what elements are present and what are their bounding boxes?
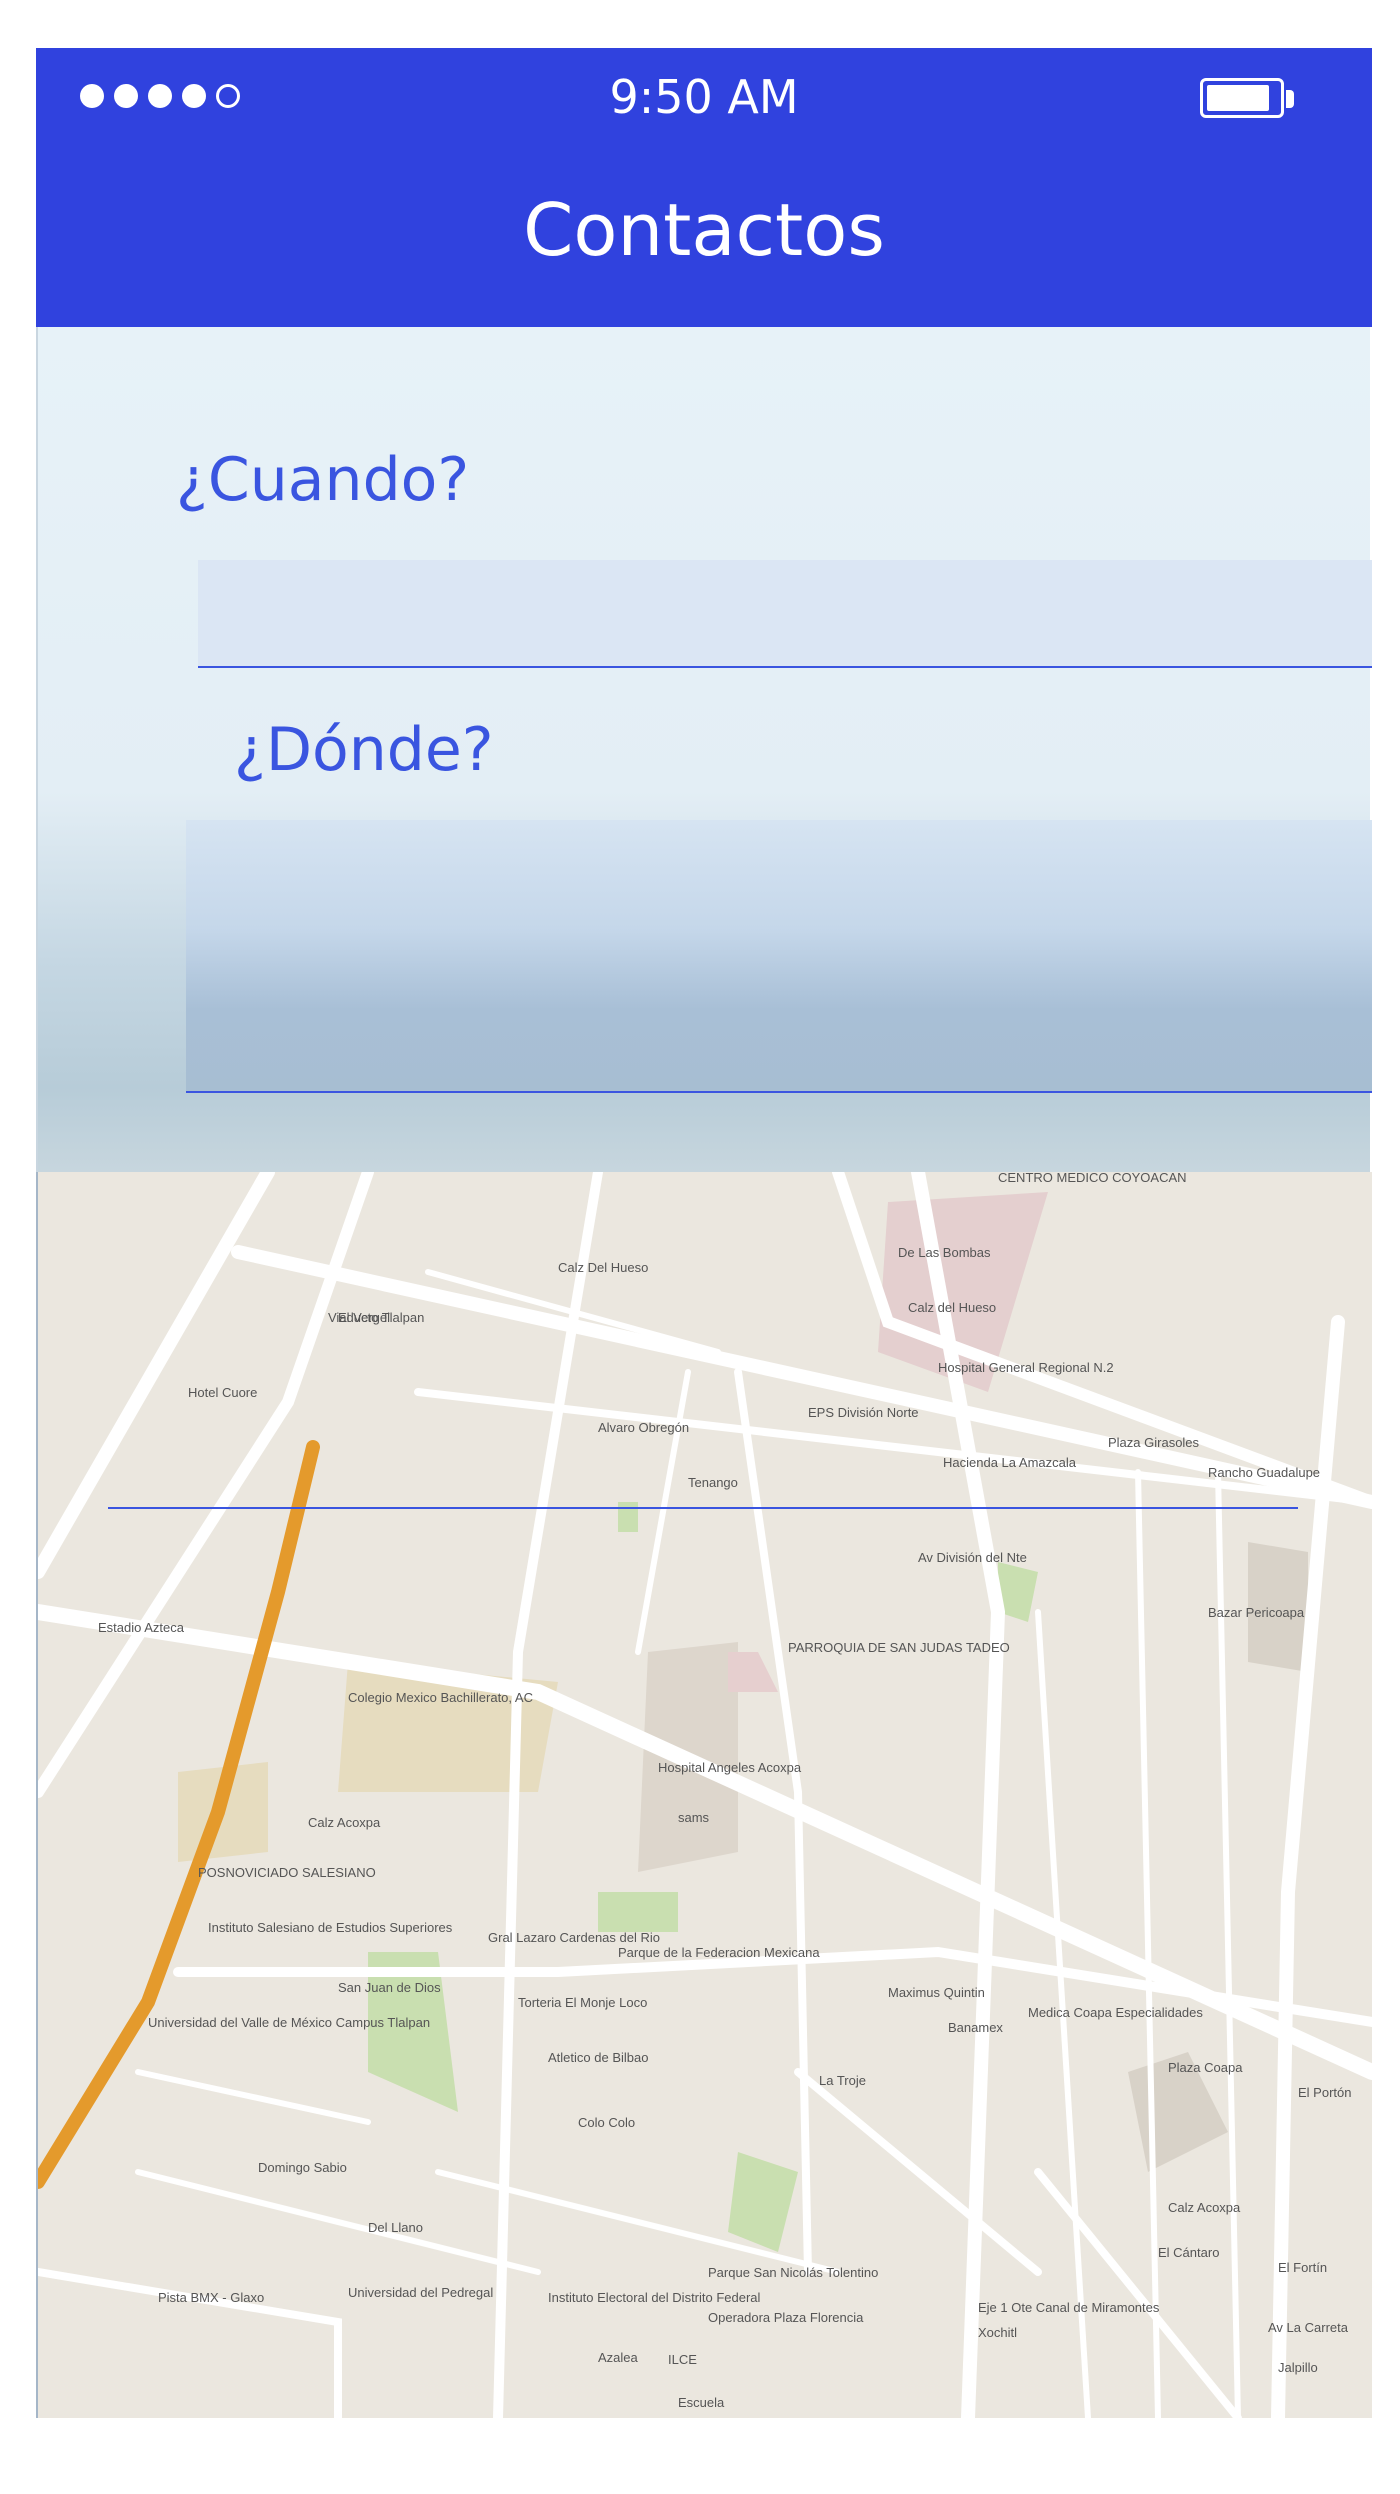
map-label: Calz Acoxpa [308, 1815, 381, 1830]
map-label: Colegio Mexico Bachillerato, AC [348, 1690, 533, 1705]
map-label: Tenango [688, 1475, 738, 1490]
map-label: Alvaro Obregón [598, 1420, 689, 1435]
map-label: De Las Bombas [898, 1245, 991, 1260]
map-label: Escuela [678, 2395, 725, 2410]
map-label: Maximus Quintin [888, 1985, 985, 2000]
map-label: Colo Colo [578, 2115, 635, 2130]
map-label: Pista BMX - Glaxo [158, 2290, 264, 2305]
map-label: Plaza Girasoles [1108, 1435, 1200, 1450]
map-label: Calz del Hueso [908, 1300, 996, 1315]
map-label: Operadora Plaza Florencia [708, 2310, 864, 2325]
app-header: 9:50 AM Contactos [36, 48, 1372, 327]
map-label: Hospital General Regional N.2 [938, 1360, 1114, 1375]
status-time: 9:50 AM [609, 70, 799, 124]
map-canvas[interactable]: CENTRO MEDICO COYOACAN De Las Bombas Calz … [38, 1172, 1372, 2418]
map-label: Av La Carreta [1268, 2320, 1349, 2335]
map-label: POSNOVICIADO SALESIANO [198, 1865, 376, 1880]
map-label: sams [678, 1810, 710, 1825]
map-label: Hotel Cuore [188, 1385, 257, 1400]
battery-tip [1286, 90, 1294, 108]
map-label: Gral Lazaro Cardenas del Rio [488, 1930, 660, 1945]
map-label: El Portón [1298, 2085, 1351, 2100]
park-federacion [598, 1892, 678, 1932]
map-label: EPS División Norte [808, 1405, 919, 1420]
map-label: San Juan de Dios [338, 1980, 441, 1995]
where-input[interactable] [186, 820, 1372, 1093]
map-label: Hospital Angeles Acoxpa [658, 1760, 802, 1775]
map-label: CENTRO MEDICO COYOACAN [998, 1172, 1187, 1185]
map-label: La Troje [819, 2073, 866, 2088]
map-label: Banamex [948, 2020, 1003, 2035]
map-label: PARROQUIA DE SAN JUDAS TADEO [788, 1640, 1010, 1655]
map-label: Del Llano [368, 2220, 423, 2235]
map-label: Hacienda La Amazcala [943, 1455, 1077, 1470]
map-label: Universidad del Pedregal [348, 2285, 493, 2300]
when-input[interactable] [198, 560, 1372, 668]
map-label: El Fortín [1278, 2260, 1327, 2275]
map-label: ILCE [668, 2352, 697, 2367]
map-label: Calz Acoxpa [1168, 2200, 1241, 2215]
map-label: Viaducto Tlalpan [328, 1310, 424, 1325]
map-view[interactable]: CENTRO MEDICO COYOACAN De Las Bombas Calz … [36, 1172, 1372, 2418]
map-label: Plaza Coapa [1168, 2060, 1243, 2075]
map-label: Domingo Sabio [258, 2160, 347, 2175]
battery-icon [1200, 78, 1284, 118]
map-label: Av División del Nte [918, 1550, 1027, 1565]
map-label: Eje 1 Ote Canal de Miramontes [978, 2300, 1160, 2315]
map-label: Instituto Salesiano de Estudios Superior… [208, 1920, 453, 1935]
map-label: Calz Del Hueso [558, 1260, 648, 1275]
map-label: Jalpillo [1278, 2360, 1318, 2375]
contact-form: ¿Cuando? ¿Dónde? [36, 327, 1372, 1172]
map-label: Estadio Azteca [98, 1620, 185, 1635]
page-title: Contactos [523, 188, 885, 272]
map-label: Xochitl [978, 2325, 1017, 2340]
when-label: ¿Cuando? [176, 445, 470, 515]
map-label: Parque San Nicolás Tolentino [708, 2265, 878, 2280]
map-label: Universidad del Valle de México Campus T… [148, 2015, 430, 2030]
map-label: Medica Coapa Especialidades [1028, 2005, 1203, 2020]
map-label: Bazar Pericoapa [1208, 1605, 1305, 1620]
map-label: Azalea [598, 2350, 639, 2365]
where-label: ¿Dónde? [234, 715, 494, 785]
map-label: Parque de la Federacion Mexicana [618, 1945, 820, 1960]
map-label: Instituto Electoral del Distrito Federal [548, 2290, 761, 2305]
map-label: Atletico de Bilbao [548, 2050, 648, 2065]
map-label: Torteria El Monje Loco [518, 1995, 647, 2010]
map-label: El Cántaro [1158, 2245, 1219, 2260]
phone-screen: 9:50 AM Contactos ¿Cuando? ¿Dónde? CENTR… [36, 48, 1372, 2418]
map-label: Rancho Guadalupe [1208, 1465, 1320, 1480]
